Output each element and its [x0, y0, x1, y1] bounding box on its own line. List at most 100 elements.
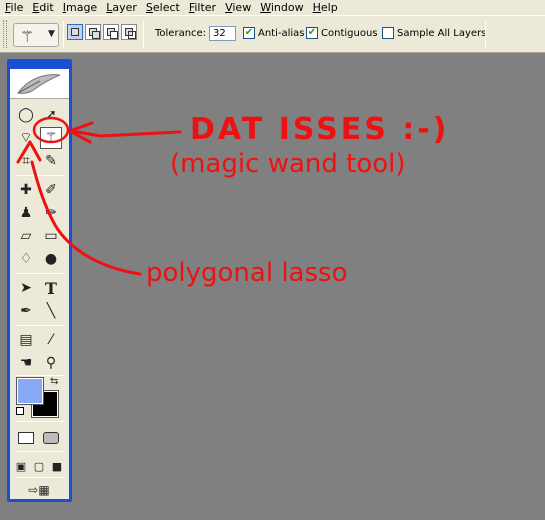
standard-mode-button[interactable] — [15, 427, 37, 449]
brush-icon: ✐ — [45, 182, 57, 198]
eraser-tool-button[interactable]: ▱ — [15, 225, 37, 247]
blur-tool-button[interactable]: ♢ — [15, 248, 37, 270]
full-screen-menu-mode-button[interactable]: ▢ — [30, 455, 48, 477]
anti-alias-checkbox[interactable]: ✔ — [243, 27, 255, 39]
standard-mode-icon — [18, 432, 34, 444]
polygonal-lasso-tool-button[interactable]: ⌔ — [15, 127, 37, 149]
quick-mask-icon — [43, 432, 59, 444]
screen-mode-icon: ■ — [51, 459, 63, 473]
menu-filter[interactable]: Filter — [184, 0, 220, 15]
sample-all-layers-label: Sample All Layers — [397, 28, 487, 39]
quick-mask-mode-button[interactable] — [40, 427, 62, 449]
dodge-icon: ● — [44, 251, 58, 267]
foreground-color-swatch[interactable] — [16, 377, 44, 405]
options-bar: ⚚ ▼ Tolerance: 32 ✔ Anti-alias ✔ Contigu… — [0, 15, 545, 53]
default-colors-icon[interactable] — [16, 407, 24, 415]
menu-select[interactable]: Select — [141, 0, 184, 15]
eyedropper-icon: ⁄ — [49, 332, 53, 348]
stamp-icon: ♟ — [19, 205, 33, 221]
standard-screen-mode-button[interactable]: ▣ — [12, 455, 30, 477]
blur-icon: ♢ — [19, 251, 33, 267]
menu-edit[interactable]: Edit — [27, 0, 57, 15]
hand-tool-button[interactable]: ☚ — [15, 352, 37, 374]
chevron-down-icon: ▼ — [48, 29, 55, 39]
magic-wand-icon: ⚚ — [20, 27, 35, 46]
tool-divider — [16, 421, 64, 422]
tool-divider — [16, 451, 64, 452]
pen-tool-button[interactable]: ✒ — [15, 300, 37, 322]
contiguous-label: Contiguous — [321, 28, 378, 39]
dodge-tool-button[interactable]: ● — [40, 248, 62, 270]
subtract-from-selection-button[interactable] — [103, 24, 119, 40]
tool-divider — [16, 175, 64, 176]
feather-logo[interactable] — [10, 69, 69, 99]
magnifier-icon: ⚲ — [45, 355, 57, 371]
toolbox-palette[interactable]: ◯ ➚ ⌔ ⚚ ⌗ ✎ ✚ ✐ ♟ ✑ ▱ ▭ ♢ ● ➤ T ✒ ╲ ▤ ⁄ … — [7, 59, 72, 502]
tool-divider — [16, 477, 64, 478]
separator — [485, 21, 486, 49]
menu-view[interactable]: View — [220, 0, 255, 15]
toolbox-body: ◯ ➚ ⌔ ⚚ ⌗ ✎ ✚ ✐ ♟ ✑ ▱ ▭ ♢ ● ➤ T ✒ ╲ ▤ ⁄ … — [10, 69, 69, 499]
full-screen-mode-button[interactable]: ■ — [48, 455, 66, 477]
slice-icon: ✎ — [45, 153, 57, 169]
gradient-icon: ▭ — [44, 228, 58, 244]
eraser-icon: ▱ — [20, 228, 32, 244]
menu-bar: File Edit Image Layer Select Filter View Window… — [0, 0, 545, 15]
brush-tool-button[interactable]: ✐ — [40, 179, 62, 201]
menu-layer[interactable]: Layer — [101, 0, 141, 15]
type-tool-button[interactable]: T — [40, 277, 62, 299]
tool-divider — [16, 325, 64, 326]
tool-preset-picker[interactable]: ⚚ ▼ — [13, 23, 59, 47]
annotation-polygonal-lasso: polygonal lasso — [146, 258, 348, 288]
swap-colors-icon[interactable]: ⇆ — [50, 376, 58, 387]
annotation-magic-wand-title: DAT ISSES :-) — [190, 112, 450, 147]
annotation-magic-wand-subtitle: (magic wand tool) — [170, 149, 406, 179]
intersect-selection-button[interactable] — [121, 24, 137, 40]
crop-tool-button[interactable]: ⌗ — [15, 150, 37, 172]
bandage-icon: ✚ — [20, 182, 32, 198]
history-brush-tool-button[interactable]: ✑ — [40, 202, 62, 224]
zoom-tool-button[interactable]: ⚲ — [40, 352, 62, 374]
menu-image[interactable]: Image — [58, 0, 101, 15]
marquee-tool-button[interactable]: ◯ — [15, 104, 37, 126]
eyedropper-tool-button[interactable]: ⁄ — [40, 329, 62, 351]
ellipse-marquee-icon: ◯ — [18, 107, 34, 123]
jump-to-imageready-button[interactable]: ⇨▦ — [15, 479, 63, 501]
separator — [63, 21, 64, 49]
pen-icon: ✒ — [20, 303, 32, 319]
crop-icon: ⌗ — [22, 153, 30, 169]
separator — [143, 21, 144, 49]
path-selection-tool-button[interactable]: ➤ — [15, 277, 37, 299]
options-bar-grip[interactable] — [3, 20, 7, 48]
slice-tool-button[interactable]: ✎ — [40, 150, 62, 172]
move-icon: ➚ — [45, 107, 57, 123]
sample-all-layers-checkbox[interactable] — [382, 27, 394, 39]
clone-stamp-tool-button[interactable]: ♟ — [15, 202, 37, 224]
add-to-selection-button[interactable] — [85, 24, 101, 40]
tolerance-label: Tolerance: — [155, 28, 207, 39]
note-icon: ▤ — [19, 332, 33, 348]
notes-tool-button[interactable]: ▤ — [15, 329, 37, 351]
annotation-arrowhead-wand — [68, 121, 94, 144]
line-tool-button[interactable]: ╲ — [40, 300, 62, 322]
screen-mode-icon: ▢ — [33, 459, 45, 473]
magic-wand-icon: ⚚ — [44, 130, 58, 146]
hand-icon: ☚ — [19, 355, 33, 371]
selection-mode-group — [67, 24, 137, 40]
gradient-tool-button[interactable]: ▭ — [40, 225, 62, 247]
screen-mode-icon: ▣ — [15, 459, 27, 473]
history-brush-icon: ✑ — [45, 205, 57, 221]
contiguous-checkbox[interactable]: ✔ — [306, 27, 318, 39]
tool-divider — [16, 273, 64, 274]
tolerance-input[interactable]: 32 — [209, 26, 236, 41]
anti-alias-label: Anti-alias — [258, 28, 305, 39]
arrow-icon: ➤ — [20, 280, 32, 296]
new-selection-button[interactable] — [67, 24, 83, 40]
magic-wand-tool-button[interactable]: ⚚ — [40, 127, 62, 149]
healing-brush-tool-button[interactable]: ✚ — [15, 179, 37, 201]
menu-file[interactable]: File — [0, 0, 27, 15]
menu-window[interactable]: Window — [255, 0, 307, 15]
move-tool-button[interactable]: ➚ — [40, 104, 62, 126]
menu-help[interactable]: Help — [308, 0, 342, 15]
polygonal-lasso-icon: ⌔ — [19, 130, 33, 146]
